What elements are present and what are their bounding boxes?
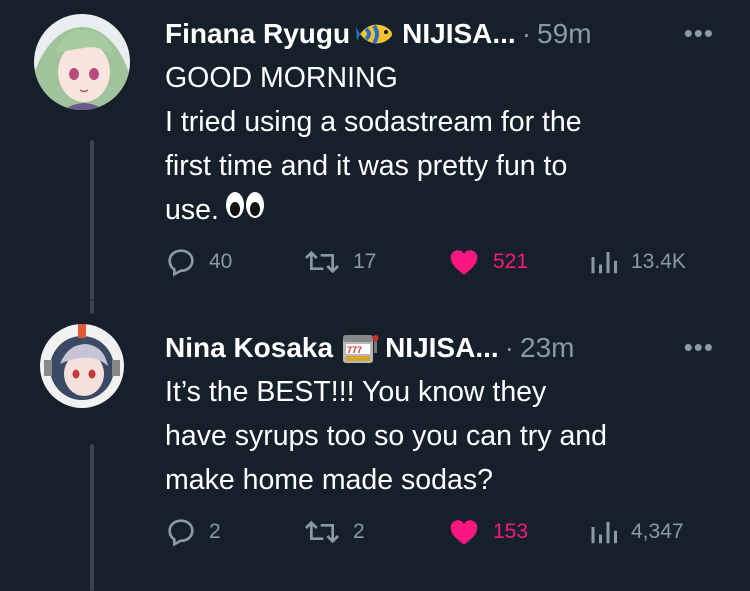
- timestamp[interactable]: 23m: [520, 332, 574, 364]
- tweet-text: It’s the BEST!!! You know they have syru…: [165, 370, 725, 502]
- reply-count: 2: [209, 520, 221, 543]
- author-name[interactable]: Nina Kosaka: [165, 332, 333, 364]
- like-button[interactable]: 153: [447, 514, 528, 550]
- tweet-actions: 2 2 153 4,347: [165, 514, 725, 550]
- nina-avatar-image: [34, 316, 130, 412]
- tweet-actions: 40 17 521 13.4K: [165, 244, 725, 280]
- tweet-text-line: use.: [165, 194, 219, 226]
- views-icon: [591, 252, 617, 274]
- views-button[interactable]: 13.4K: [589, 244, 686, 280]
- finana-avatar-image: [34, 14, 130, 110]
- views-count: 13.4K: [631, 250, 686, 273]
- reply-icon: [168, 249, 194, 277]
- views-count: 4,347: [631, 520, 684, 543]
- views-icon: [591, 522, 617, 544]
- tweet-text-line: first time and it was pretty fun to: [165, 150, 568, 182]
- eyes-icon: [225, 189, 265, 233]
- tweet-text-line: have syrups too so you can try and: [165, 420, 608, 452]
- thread-line: [90, 444, 94, 591]
- tweet-text-line: I tried using a sodastream for the: [165, 106, 582, 138]
- reply-button[interactable]: 2: [165, 514, 221, 550]
- thread-line: [90, 300, 94, 314]
- more-options-icon[interactable]: •••: [684, 18, 714, 49]
- avatar[interactable]: [34, 14, 130, 110]
- tropical-fish-icon: [356, 17, 396, 51]
- thread-line: [90, 140, 94, 300]
- retweet-count: 17: [353, 250, 377, 273]
- reply-count: 40: [209, 250, 233, 273]
- like-count: 153: [493, 520, 529, 543]
- author-handle[interactable]: NIJISA...: [402, 18, 516, 50]
- slot-machine-icon: 777: [339, 331, 379, 365]
- tweet-header: Finana Ryugu NIJISA... · 59m: [165, 14, 592, 54]
- tweet-text: GOOD MORNING I tried using a sodastream …: [165, 56, 725, 233]
- tweet-text-line-last: use.: [165, 188, 725, 233]
- reply-icon: [168, 519, 194, 547]
- svg-text:777: 777: [347, 345, 362, 355]
- timestamp[interactable]: 59m: [537, 18, 591, 50]
- retweet-icon: [305, 250, 339, 274]
- like-count: 521: [493, 250, 529, 273]
- tweet-text-line: It’s the BEST!!! You know they: [165, 376, 547, 408]
- more-options-icon[interactable]: •••: [684, 332, 714, 363]
- tweet[interactable]: Nina Kosaka 777 NIJISA... · 23m ••• It’s…: [0, 300, 750, 591]
- separator-dot: ·: [521, 18, 532, 49]
- author-name[interactable]: Finana Ryugu: [165, 18, 350, 50]
- tweet[interactable]: Finana Ryugu NIJISA... · 59m ••• GOOD MO…: [0, 0, 750, 300]
- tweet-header: Nina Kosaka 777 NIJISA... · 23m: [165, 328, 574, 368]
- separator-dot: ·: [504, 332, 514, 363]
- tweet-text-line: GOOD MORNING: [165, 62, 398, 94]
- views-button[interactable]: 4,347: [589, 514, 684, 550]
- author-handle[interactable]: NIJISA...: [385, 332, 499, 364]
- heart-icon: [450, 520, 478, 545]
- retweet-button[interactable]: 2: [303, 514, 365, 550]
- tweet-text-line: make home made sodas?: [165, 464, 493, 496]
- retweet-button[interactable]: 17: [303, 244, 376, 280]
- heart-icon: [450, 250, 478, 275]
- avatar[interactable]: [34, 316, 130, 412]
- retweet-count: 2: [353, 520, 365, 543]
- retweet-icon: [305, 520, 339, 544]
- reply-button[interactable]: 40: [165, 244, 232, 280]
- like-button[interactable]: 521: [447, 244, 528, 280]
